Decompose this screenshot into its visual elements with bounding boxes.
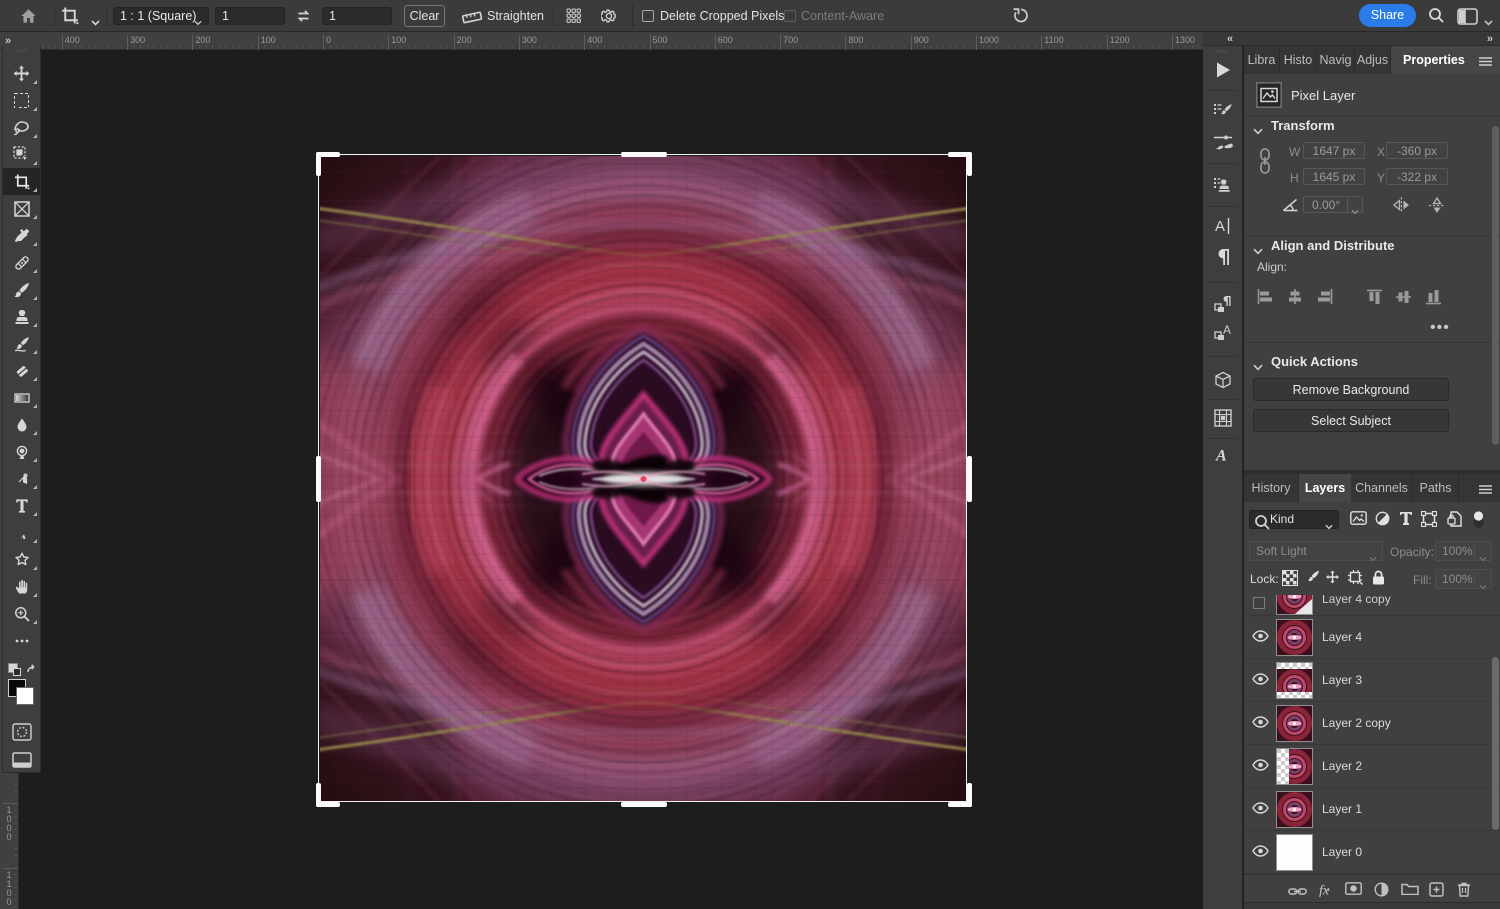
svg-text:A: A xyxy=(1215,448,1227,465)
svg-text:A: A xyxy=(1223,323,1231,337)
svg-text:A: A xyxy=(1215,218,1225,235)
